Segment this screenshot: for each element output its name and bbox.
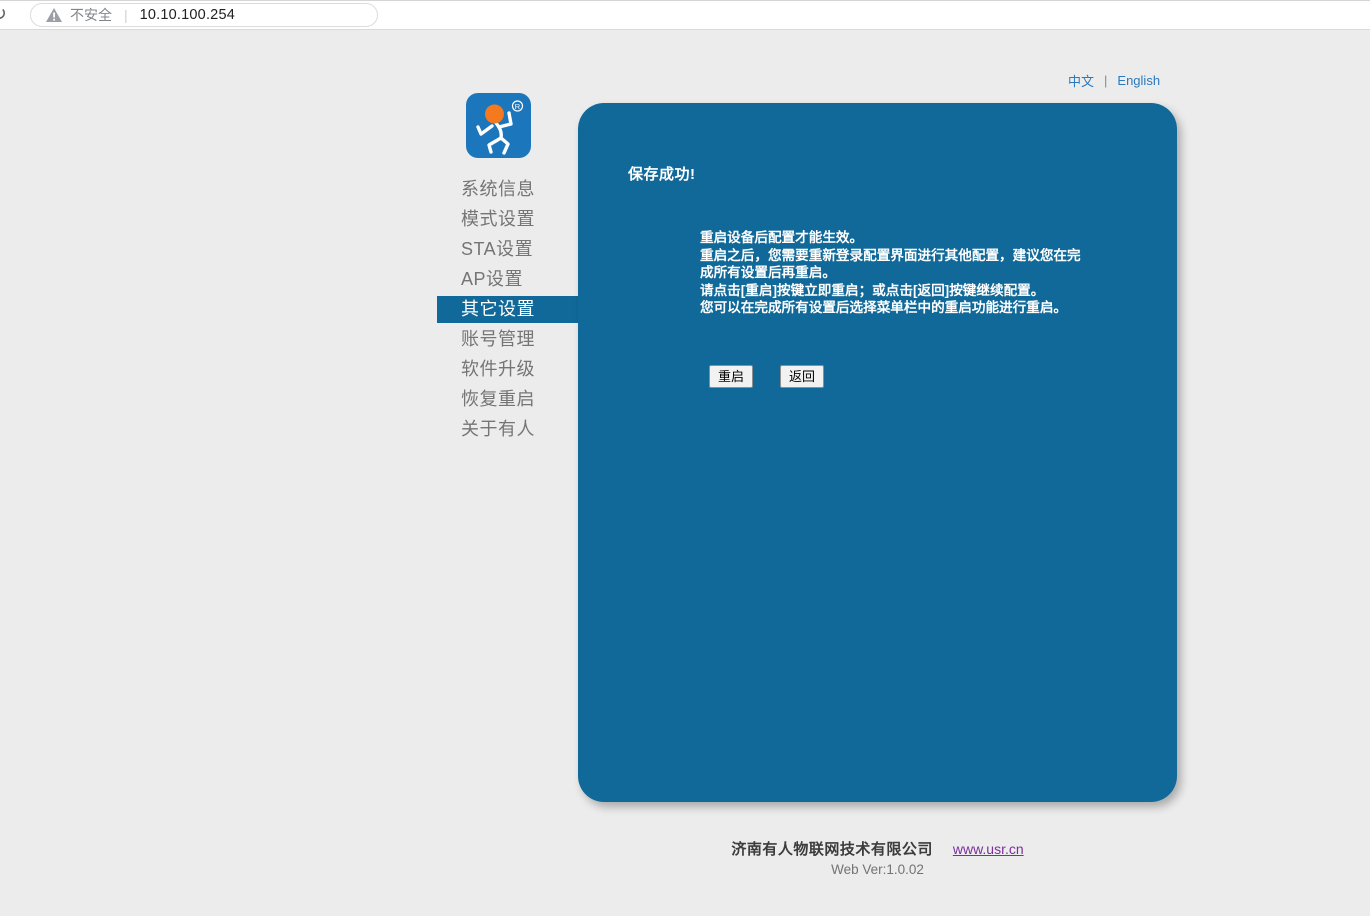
svg-text:R: R [515,102,521,111]
sidebar-menu: 系统信息 模式设置 STA设置 AP设置 其它设置 账号管理 软件升级 恢复重启… [437,174,578,444]
web-version: Web Ver:1.0.02 [578,862,1177,877]
restart-button[interactable]: 重启 [709,365,753,388]
page-footer: 济南有人物联网技术有限公司 www.usr.cn Web Ver:1.0.02 [578,838,1177,877]
instruction-line: 重启设备后配置才能生效。 [700,229,1088,247]
address-pill[interactable]: 不安全 | 10.10.100.254 [30,3,378,27]
usr-website-link[interactable]: www.usr.cn [953,841,1024,857]
language-separator: | [1104,73,1107,88]
sidebar-item-system-info[interactable]: 系统信息 [437,174,578,204]
content-panel: 保存成功! 重启设备后配置才能生效。 重启之后，您需要重新登录配置界面进行其他配… [578,103,1177,802]
language-chinese-link[interactable]: 中文 [1068,71,1094,90]
sidebar-item-firmware-upgrade[interactable]: 软件升级 [437,354,578,384]
usr-logo: R [466,93,531,158]
panel-button-row: 重启 返回 [709,365,824,388]
address-divider: | [124,7,128,23]
instruction-line: 重启之后，您需要重新登录配置界面进行其他配置，建议您在完成所有设置后再重启。 [700,247,1088,282]
instruction-line: 您可以在完成所有设置后选择菜单栏中的重启功能进行重启。 [700,299,1088,317]
language-switch: 中文 | English [1068,71,1160,90]
restart-instructions: 重启设备后配置才能生效。 重启之后，您需要重新登录配置界面进行其他配置，建议您在… [700,229,1088,317]
security-label: 不安全 [70,5,112,25]
url-text[interactable]: 10.10.100.254 [140,7,235,23]
sidebar-item-sta-settings[interactable]: STA设置 [437,234,578,264]
browser-address-bar: ↻ 不安全 | 10.10.100.254 [0,0,1370,30]
sidebar-item-other-settings[interactable]: 其它设置 [437,296,578,323]
screen: ↻ 不安全 | 10.10.100.254 中文 | English R [0,0,1370,916]
back-button[interactable]: 返回 [780,365,824,388]
sidebar-item-ap-settings[interactable]: AP设置 [437,264,578,294]
refresh-icon[interactable]: ↻ [0,3,7,26]
not-secure-warning-icon [46,8,62,22]
instruction-line: 请点击[重启]按键立即重启；或点击[返回]按键继续配置。 [700,282,1088,300]
sidebar-item-about-usr[interactable]: 关于有人 [437,414,578,444]
company-name: 济南有人物联网技术有限公司 [731,841,933,858]
sidebar-item-restore-restart[interactable]: 恢复重启 [437,384,578,414]
sidebar-item-mode-settings[interactable]: 模式设置 [437,204,578,234]
save-success-title: 保存成功! [628,163,696,184]
language-english-link[interactable]: English [1117,73,1160,88]
sidebar-item-account-mgmt[interactable]: 账号管理 [437,324,578,354]
